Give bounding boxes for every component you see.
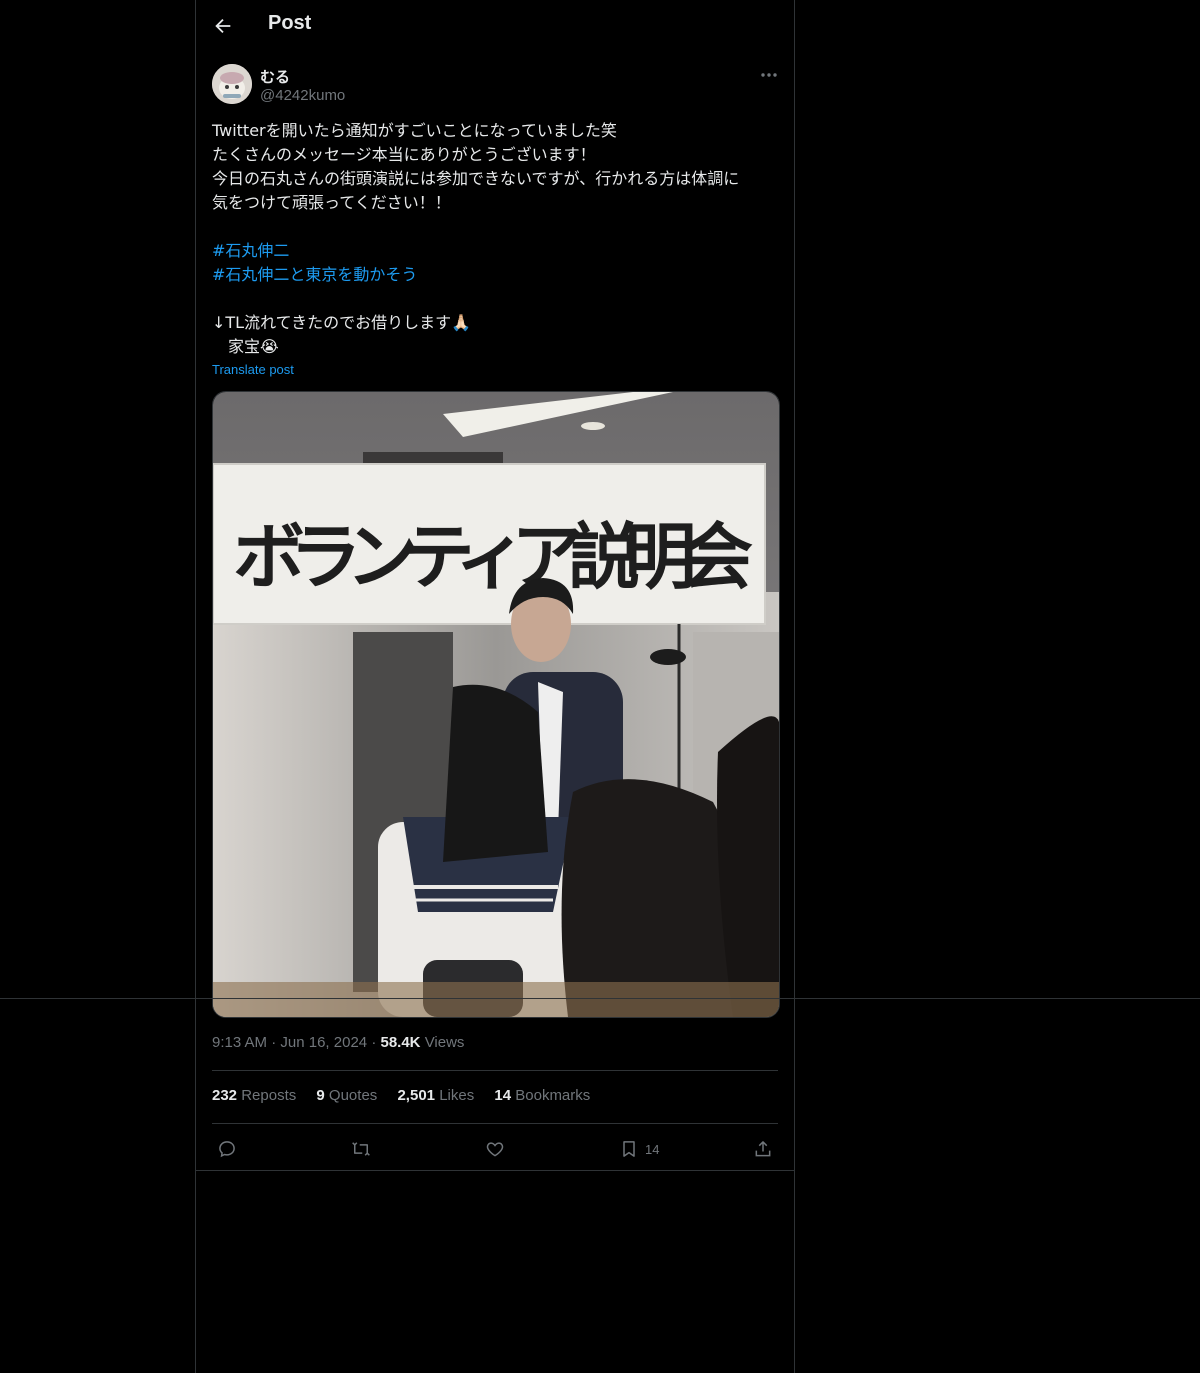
post-media-video[interactable]: ボランティア説明会 (212, 391, 780, 1018)
reply-icon (219, 1141, 235, 1158)
bookmark-count: 14 (645, 1141, 660, 1157)
author-handle[interactable]: @4242kumo (260, 87, 345, 104)
reposts-stat[interactable]: 232 Reposts (212, 1087, 296, 1104)
hashtag-link[interactable]: #石丸伸二と東京を動かそう (212, 265, 417, 284)
translate-post-link[interactable]: Translate post (212, 362, 294, 377)
repost-icon (352, 1142, 370, 1156)
post-text-line: たくさんのメッセージ本当にありがとうございます！ (212, 145, 596, 164)
post-text-line: Twitterを開いたら通知がすごいことになっていました笑 (212, 121, 617, 140)
bookmark-button[interactable]: 14 (619, 1138, 659, 1160)
bookmark-icon (623, 1141, 635, 1157)
reply-button[interactable] (217, 1138, 237, 1160)
hashtag-link[interactable]: #石丸伸二 (212, 241, 289, 260)
likes-count: 2,501 (397, 1087, 436, 1104)
post-text-line: 気をつけて頑張ってください！！ (212, 193, 451, 212)
post-meta: 9:13 AM · Jun 16, 2024 · 58.4K Views (212, 1034, 464, 1051)
post-date[interactable]: Jun 16, 2024 (280, 1034, 367, 1051)
divider (212, 1070, 778, 1071)
views-label: Views (424, 1034, 465, 1051)
quotes-count: 9 (316, 1087, 325, 1104)
meta-separator: · (371, 1034, 377, 1051)
share-icon (755, 1141, 771, 1157)
post-detail-column: Post むる @4242kumo Twitterを開いたら通知がすごいことにな… (195, 0, 795, 1373)
divider (196, 1170, 794, 1171)
bookmarks-label: Bookmarks (515, 1087, 591, 1104)
bookmarks-count: 14 (494, 1087, 512, 1104)
meta-separator: · (271, 1034, 277, 1051)
action-bar: 14 (196, 1134, 794, 1170)
avatar[interactable] (212, 64, 252, 104)
page-title: Post (268, 12, 312, 34)
reposts-label: Reposts (241, 1087, 297, 1104)
post-stats: 232 Reposts 9 Quotes 2,501 Likes 14 Book… (212, 1087, 606, 1104)
quotes-stat[interactable]: 9 Quotes (316, 1087, 377, 1104)
banner-text: ボランティア説明会 (233, 514, 753, 599)
more-icon (761, 73, 777, 77)
share-button[interactable] (753, 1138, 773, 1160)
back-button[interactable] (212, 15, 234, 37)
quotes-label: Quotes (328, 1087, 378, 1104)
repost-button[interactable] (351, 1138, 371, 1160)
bookmarks-stat[interactable]: 14 Bookmarks (494, 1087, 590, 1104)
post-text-line: 家宝😭 (212, 337, 279, 356)
views-count: 58.4K (380, 1034, 421, 1051)
post-text-line: 今日の石丸さんの街頭演説には参加できないですが、行かれる方は体調に (212, 169, 740, 188)
overlay-divider-line (0, 998, 1200, 999)
author-display-name[interactable]: むる (260, 66, 290, 87)
like-icon (486, 1142, 504, 1157)
video-frame: ボランティア説明会 (213, 392, 779, 1017)
like-button[interactable] (485, 1138, 505, 1160)
back-arrow-icon (215, 18, 231, 34)
divider (212, 1123, 778, 1124)
likes-label: Likes (439, 1087, 475, 1104)
page-header: Post (196, 0, 794, 53)
avatar-image (212, 64, 252, 104)
reposts-count: 232 (212, 1087, 238, 1104)
post-time[interactable]: 9:13 AM (212, 1034, 267, 1051)
likes-stat[interactable]: 2,501 Likes (397, 1087, 474, 1104)
post-text-line: ↓TL流れてきたのでお借りします🙏🏻 (212, 313, 472, 332)
post-text: Twitterを開いたら通知がすごいことになっていました笑 たくさんのメッセージ… (212, 119, 780, 359)
more-button[interactable] (758, 66, 780, 84)
